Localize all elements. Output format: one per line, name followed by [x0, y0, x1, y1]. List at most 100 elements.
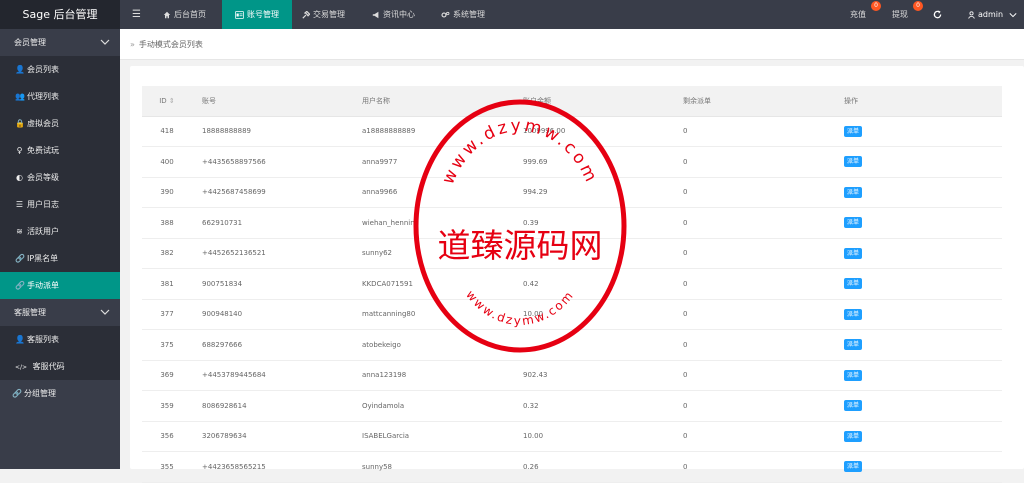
sidebar-item-agent-list[interactable]: 👥 代理列表 [0, 83, 120, 110]
row-username: a18888888889 [352, 116, 513, 147]
link-icon: 🔗 [15, 254, 25, 263]
table-row: 355 +4423658565215 sunny58 0.26 0 派单 [142, 451, 1002, 483]
sidebar-item-member-level[interactable]: ◐ 会员等级 [0, 164, 120, 191]
col-id-header[interactable]: ID ⇕ [142, 86, 192, 117]
nav-news[interactable]: 资讯中心 [366, 0, 421, 29]
row-balance: 0.39 [513, 207, 673, 239]
sidebar-group-service[interactable]: 客服管理 [0, 299, 120, 326]
dispatch-button[interactable]: 派单 [844, 400, 863, 412]
dispatch-button[interactable]: 派单 [844, 369, 863, 381]
sidebar-item-manual-dispatch[interactable]: 🔗 手动派单 [0, 272, 120, 299]
withdraw-link[interactable]: 提现 [886, 0, 914, 29]
nav-trade[interactable]: 交易管理 [296, 0, 351, 29]
row-balance: 0.26 [513, 451, 673, 483]
table-row: 418 18888888889 a18888888889 1009996.00 0 派单 [142, 116, 1002, 147]
dispatch-button[interactable]: 派单 [844, 308, 863, 320]
table-row: 400 +4435658897566 anna9977 999.69 0 派单 [142, 146, 1002, 178]
row-account: 900948140 [192, 299, 352, 330]
row-username: anna9977 [352, 146, 513, 178]
list-icon: ☰ [15, 200, 24, 209]
sidebar-item-label: 客服列表 [27, 335, 59, 344]
sidebar-item-service-list[interactable]: 👤 客服列表 [0, 326, 120, 353]
dispatch-button[interactable]: 派单 [844, 339, 863, 351]
nav-system[interactable]: 系统管理 [435, 0, 491, 29]
sidebar-item-member-list[interactable]: 👤 会员列表 [0, 56, 120, 83]
dispatch-button[interactable]: 派单 [844, 125, 863, 137]
sort-icon[interactable]: ⇕ [169, 97, 175, 105]
dispatch-button[interactable]: 派单 [844, 278, 863, 290]
dispatch-button[interactable]: 派单 [844, 247, 863, 259]
home-icon [163, 11, 171, 18]
dispatch-button[interactable]: 派单 [844, 156, 863, 168]
table-row: 369 +4453789445684 anna123198 902.43 0 派单 [142, 360, 1002, 391]
dispatch-button[interactable]: 派单 [844, 217, 863, 229]
sidebar-item-label: 免费试玩 [27, 146, 59, 155]
nav-home[interactable]: 后台首页 [157, 0, 212, 29]
row-action: 派单 [834, 238, 1002, 269]
table-row: 377 900948140 mattcanning80 10.00 0 派单 [142, 299, 1002, 330]
recharge-link[interactable]: 充值 [844, 0, 872, 29]
row-remaining: 0 [673, 329, 834, 361]
row-username: wiehan_henning [352, 207, 513, 239]
sidebar-item-free-trial[interactable]: ♀ 免费试玩 [0, 137, 120, 164]
top-bar: Sage 后台管理 ☰ 后台首页 账号管理 交易管理 资讯中心 系统管理 充值 … [0, 0, 1024, 29]
female-icon: ♀ [16, 146, 23, 155]
row-remaining: 0 [673, 390, 834, 422]
col-balance-header: 账户余额 [513, 86, 673, 117]
sidebar-item-label: 用户日志 [27, 200, 59, 209]
row-id: 355 [142, 451, 192, 483]
refresh-icon [933, 10, 942, 19]
row-action: 派单 [834, 268, 1002, 300]
sidebar-item-label: 活跃用户 [27, 227, 59, 236]
row-username: Oyindamola [352, 390, 513, 422]
table-row: 359 8086928614 Oyindamola 0.32 0 派单 [142, 390, 1002, 422]
sidebar-item-service-code[interactable]: </> 客服代码 [0, 353, 120, 380]
row-id: 359 [142, 390, 192, 422]
sidebar-group-groups[interactable]: 🔗 分组管理 [0, 380, 120, 407]
sidebar-item-label: 手动派单 [27, 281, 59, 290]
dispatch-button[interactable]: 派单 [844, 461, 863, 473]
row-account: +4452652136521 [192, 238, 352, 269]
nav-news-label: 资讯中心 [383, 10, 415, 19]
breadcrumb: » 手动模式会员列表 [120, 29, 1024, 60]
row-remaining: 0 [673, 421, 834, 452]
withdraw-count-badge: 0 [913, 1, 923, 11]
sidebar-group-member[interactable]: 会员管理 [0, 29, 120, 56]
row-action: 派单 [834, 451, 1002, 483]
sidebar-item-user-log[interactable]: ☰ 用户日志 [0, 191, 120, 218]
row-remaining: 0 [673, 238, 834, 269]
row-remaining: 0 [673, 207, 834, 239]
nav-account[interactable]: 账号管理 [222, 0, 292, 29]
row-id: 382 [142, 238, 192, 269]
link-icon: 🔗 [12, 389, 22, 398]
row-account: +4453789445684 [192, 360, 352, 391]
row-id: 375 [142, 329, 192, 361]
row-username: atobekeigo [352, 329, 513, 361]
col-account-header: 账号 [192, 86, 352, 117]
dispatch-button[interactable]: 派单 [844, 186, 863, 198]
chevron-down-icon [1009, 12, 1017, 17]
row-action: 派单 [834, 177, 1002, 208]
brand-title: Sage 后台管理 [0, 0, 120, 29]
table-row: 375 688297666 atobekeigo 0 派单 [142, 329, 1002, 361]
row-account: 18888888889 [192, 116, 352, 147]
row-account: +4435658897566 [192, 146, 352, 178]
lock-icon: 🔒 [15, 119, 25, 128]
nav-system-label: 系统管理 [453, 10, 485, 19]
breadcrumb-separator: » [130, 40, 135, 49]
user-name: admin [978, 10, 1004, 19]
row-username: ISABELGarcia [352, 421, 513, 452]
row-action: 派单 [834, 360, 1002, 391]
menu-toggle-icon[interactable]: ☰ [126, 0, 147, 29]
refresh-button[interactable] [927, 0, 951, 29]
dispatch-button[interactable]: 派单 [844, 430, 863, 442]
row-account: 662910731 [192, 207, 352, 239]
sidebar-item-ip-blacklist[interactable]: 🔗 IP黑名单 [0, 245, 120, 272]
sidebar-group-label: 分组管理 [24, 389, 56, 398]
sidebar-item-virtual-member[interactable]: 🔒 虚拟会员 [0, 110, 120, 137]
sidebar-item-active-users[interactable]: ≋ 活跃用户 [0, 218, 120, 245]
sidebar-item-label: 会员等级 [27, 173, 59, 182]
sidebar-group-label: 会员管理 [14, 38, 46, 47]
dashboard-icon: ◐ [16, 173, 23, 182]
user-menu[interactable]: admin [962, 0, 1024, 29]
